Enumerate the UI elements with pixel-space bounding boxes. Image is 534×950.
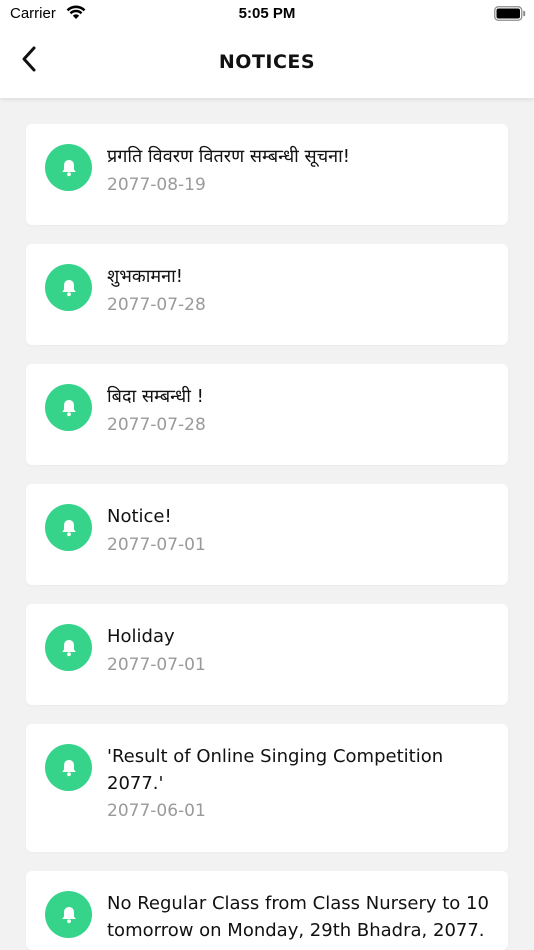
notice-title: प्रगति विवरण वितरण सम्बन्धी सूचना! — [107, 146, 351, 167]
notice-date: 2077-07-01 — [107, 655, 206, 675]
bell-icon — [45, 624, 92, 671]
status-bar: Carrier 5:05 PM — [0, 0, 534, 28]
notice-title: शुभकामना! — [107, 266, 184, 287]
notice-item[interactable]: 'Result of Online Singing Competition 20… — [26, 724, 508, 852]
notice-date: 2077-06-01 — [107, 801, 206, 821]
bell-icon — [45, 264, 92, 311]
bell-icon — [45, 504, 92, 551]
notice-item[interactable]: बिदा सम्बन्धी ! 2077-07-28 — [26, 364, 508, 465]
notice-title: No Regular Class from Class Nursery to 1… — [107, 893, 489, 941]
notice-item[interactable]: Holiday 2077-07-01 — [26, 604, 508, 705]
notice-date: 2077-07-01 — [107, 535, 206, 555]
battery-icon — [494, 6, 526, 25]
notice-title: 'Result of Online Singing Competition 20… — [107, 746, 444, 794]
notice-item[interactable]: प्रगति विवरण वितरण सम्बन्धी सूचना! 2077-… — [26, 124, 508, 225]
bell-icon — [45, 384, 92, 431]
status-time: 5:05 PM — [238, 5, 296, 22]
nav-bar: NOTICES — [0, 28, 534, 98]
notice-title: Holiday — [107, 626, 175, 647]
notice-item[interactable]: Notice! 2077-07-01 — [26, 484, 508, 585]
notice-item[interactable]: No Regular Class from Class Nursery to 1… — [26, 871, 508, 950]
header: Carrier 5:05 PM NOTICES — [0, 0, 534, 98]
notice-date: 2077-07-28 — [107, 295, 206, 315]
page-title: NOTICES — [218, 51, 316, 73]
bell-icon — [45, 744, 92, 791]
notice-title: बिदा सम्बन्धी ! — [107, 386, 204, 407]
bell-icon — [45, 891, 92, 938]
bell-icon — [45, 144, 92, 191]
notice-title: Notice! — [107, 506, 172, 527]
notice-date: 2077-07-28 — [107, 415, 206, 435]
notice-date: 2077-08-19 — [107, 175, 206, 195]
notice-item[interactable]: शुभकामना! 2077-07-28 — [26, 244, 508, 345]
